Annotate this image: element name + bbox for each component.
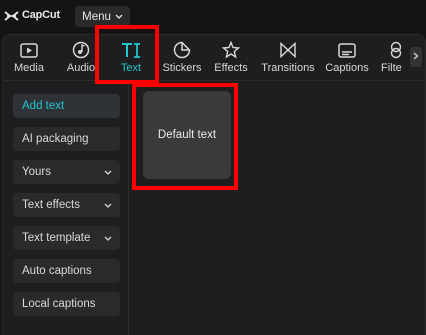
tab-label: Text	[120, 62, 142, 74]
app-logo: CapCut	[4, 9, 60, 21]
tab-label: Audio	[66, 62, 96, 74]
card-label: Default text	[157, 129, 217, 141]
tab-label: Stickers	[162, 62, 202, 74]
menu-button[interactable]: Menu	[75, 6, 130, 27]
chevron-down-icon	[104, 200, 112, 212]
default-text-card[interactable]: Default text	[143, 91, 231, 179]
tab-transitions[interactable]: Transitions	[259, 40, 317, 80]
tab-audio[interactable]: Audio	[66, 40, 96, 80]
media-icon	[20, 40, 38, 60]
sidebar-item-label: AI packaging	[22, 133, 89, 145]
sidebar-item-label: Text effects	[22, 199, 80, 211]
sidebar-item-ai-packaging[interactable]: AI packaging	[13, 127, 120, 151]
tab-stickers[interactable]: Stickers	[161, 40, 203, 80]
chevron-down-icon	[104, 167, 112, 179]
sidebar-item-text-effects[interactable]: Text effects	[13, 193, 120, 217]
tab-label: Transitions	[261, 62, 315, 74]
text-sidebar: Add text AI packaging Yours Text effects…	[3, 82, 129, 335]
chevron-down-icon	[104, 233, 112, 245]
sidebar-item-label: Text template	[22, 232, 91, 244]
app-name: CapCut	[22, 9, 60, 21]
tab-media[interactable]: Media	[13, 40, 45, 80]
audio-icon	[72, 40, 90, 60]
capcut-logo-icon	[4, 9, 19, 21]
tab-label: Effects	[214, 62, 248, 74]
tab-label: Filte	[381, 62, 402, 74]
sidebar-item-text-template[interactable]: Text template	[13, 226, 120, 250]
tab-label: Media	[14, 62, 44, 74]
tab-text[interactable]: Text	[115, 40, 147, 80]
sidebar-item-auto-captions[interactable]: Auto captions	[13, 259, 120, 283]
chevron-down-icon	[115, 11, 123, 23]
tab-filters[interactable]: Filte	[381, 40, 409, 80]
menu-label: Menu	[82, 10, 111, 23]
text-icon	[121, 40, 141, 60]
sidebar-item-label: Auto captions	[22, 265, 92, 277]
tab-label: Captions	[325, 62, 369, 74]
stickers-icon	[173, 40, 191, 60]
resource-panel: Media Audio Text Stickers Effects Transi…	[2, 34, 426, 335]
sidebar-item-label: Add text	[22, 100, 65, 112]
tabs-scroll-right-button[interactable]	[410, 47, 422, 67]
sidebar-item-local-captions[interactable]: Local captions	[13, 292, 120, 316]
sidebar-item-yours[interactable]: Yours	[13, 160, 120, 184]
filters-icon	[381, 40, 403, 60]
sidebar-item-label: Local captions	[22, 298, 96, 310]
sidebar-item-label: Yours	[22, 166, 51, 178]
captions-icon	[338, 40, 356, 60]
sidebar-item-add-text[interactable]: Add text	[13, 94, 120, 118]
tool-tabs: Media Audio Text Stickers Effects Transi…	[3, 35, 425, 81]
chevron-right-icon	[413, 52, 419, 63]
title-bar: CapCut Menu	[0, 0, 426, 34]
transitions-icon	[279, 40, 297, 60]
tab-captions[interactable]: Captions	[323, 40, 371, 80]
effects-icon	[222, 40, 240, 60]
tab-effects[interactable]: Effects	[212, 40, 250, 80]
